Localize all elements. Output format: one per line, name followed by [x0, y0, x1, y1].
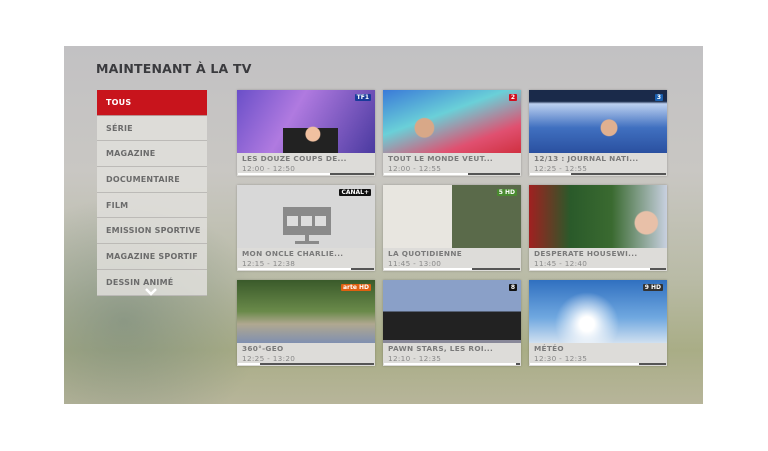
- program-card[interactable]: TF1 LES DOUZE COUPS DE... 12:00 - 12:50: [237, 90, 375, 176]
- progress-bar: [238, 268, 374, 270]
- category-emission-sportive[interactable]: EMISSION SPORTIVE: [97, 218, 207, 245]
- program-card[interactable]: 3 12/13 : JOURNAL NATI... 12:25 - 12:55: [529, 90, 667, 176]
- program-thumbnail: 9 HD: [529, 280, 667, 343]
- program-card[interactable]: 2 TOUT LE MONDE VEUT... 12:00 - 12:55: [383, 90, 521, 176]
- category-film[interactable]: FILM: [97, 192, 207, 219]
- progress-bar: [384, 363, 520, 365]
- page-title: MAINTENANT À LA TV: [96, 61, 252, 76]
- category-tous[interactable]: TOUS: [97, 90, 207, 116]
- progress-bar: [384, 173, 520, 175]
- program-thumbnail: arte HD: [237, 280, 375, 343]
- program-title: DESPERATE HOUSEWI...: [534, 249, 638, 258]
- category-magazine[interactable]: MAGAZINE: [97, 141, 207, 168]
- program-title: TOUT LE MONDE VEUT...: [388, 154, 493, 163]
- category-list: TOUS SÉRIE MAGAZINE DOCUMENTAIRE FILM EMISSIO…: [97, 90, 207, 296]
- program-time: 12:25 - 12:55: [534, 164, 588, 173]
- program-thumbnail: 2: [383, 90, 521, 153]
- program-title: MON ONCLE CHARLIE...: [242, 249, 344, 258]
- progress-bar: [384, 268, 520, 270]
- progress-bar: [530, 363, 666, 365]
- program-title: 360°-GEO: [242, 344, 284, 353]
- program-title: LES DOUZE COUPS DE...: [242, 154, 347, 163]
- channel-logo: 5 HD: [496, 189, 517, 196]
- program-time: 11:45 - 12:40: [534, 259, 588, 268]
- program-thumbnail: CANAL+: [237, 185, 375, 248]
- channel-logo: 9 HD: [642, 284, 663, 291]
- category-série[interactable]: SÉRIE: [97, 115, 207, 142]
- program-time: 12:15 - 12:38: [242, 259, 296, 268]
- progress-bar: [530, 268, 666, 270]
- program-time: 12:10 - 12:35: [388, 354, 442, 363]
- program-title: LA QUOTIDIENNE: [388, 249, 463, 258]
- channel-logo: arte HD: [340, 284, 371, 291]
- category-documentaire[interactable]: DOCUMENTAIRE: [97, 167, 207, 193]
- program-thumbnail: 3: [529, 90, 667, 153]
- channel-logo: 2: [508, 94, 517, 101]
- program-thumbnail: [529, 185, 667, 248]
- program-card[interactable]: 5 HD LA QUOTIDIENNE 11:45 - 13:00: [383, 185, 521, 271]
- placeholder-tv-icon: [283, 207, 331, 244]
- program-card[interactable]: DESPERATE HOUSEWI... 11:45 - 12:40: [529, 185, 667, 271]
- category-magazine-sportif[interactable]: MAGAZINE SPORTIF: [97, 244, 207, 270]
- program-card[interactable]: 9 HD MÉTÉO 12:30 - 12:35: [529, 280, 667, 366]
- channel-logo: 8: [508, 284, 517, 291]
- progress-bar: [238, 363, 374, 365]
- program-thumbnail: TF1: [237, 90, 375, 153]
- program-thumbnail: 5 HD: [383, 185, 521, 248]
- progress-bar: [238, 173, 374, 175]
- program-title: 12/13 : JOURNAL NATI...: [534, 154, 639, 163]
- channel-logo: CANAL+: [339, 189, 371, 196]
- program-time: 12:25 - 13:20: [242, 354, 296, 363]
- program-thumbnail: 8: [383, 280, 521, 343]
- channel-logo: 3: [654, 94, 663, 101]
- program-card[interactable]: CANAL+ MON ONCLE CHARLIE... 12:15 - 12:3…: [237, 185, 375, 271]
- program-time: 11:45 - 13:00: [388, 259, 442, 268]
- program-time: 12:30 - 12:35: [534, 354, 588, 363]
- program-title: PAWN STARS, LES ROI...: [388, 344, 494, 353]
- chevron-down-icon[interactable]: [145, 286, 157, 299]
- program-time: 12:00 - 12:50: [242, 164, 296, 173]
- program-card[interactable]: 8 PAWN STARS, LES ROI... 12:10 - 12:35: [383, 280, 521, 366]
- channel-logo: TF1: [354, 94, 371, 101]
- now-on-tv-panel: MAINTENANT À LA TV TOUS SÉRIE MAGAZINE DOCU…: [64, 46, 703, 404]
- progress-bar: [530, 173, 666, 175]
- program-card[interactable]: arte HD 360°-GEO 12:25 - 13:20: [237, 280, 375, 366]
- program-title: MÉTÉO: [534, 344, 564, 353]
- program-time: 12:00 - 12:55: [388, 164, 442, 173]
